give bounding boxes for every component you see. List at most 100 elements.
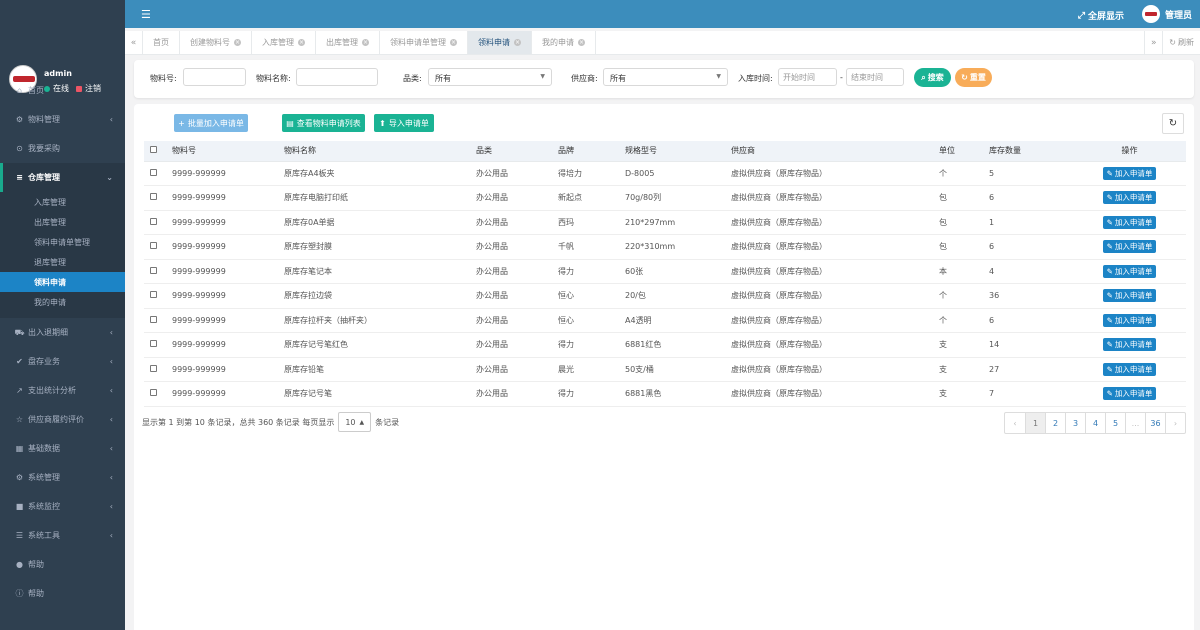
tab[interactable]: 我的申请 × <box>532 31 596 54</box>
sidebar-item[interactable]: ≡ 仓库管理 ⌄ <box>0 163 125 192</box>
row-checkbox[interactable] <box>150 168 157 176</box>
row-checkbox[interactable] <box>150 291 157 299</box>
table-row[interactable]: 9999-999999 原库存记号笔 办公用品 得力 6881黑色 虚拟供应商（原库存物品… <box>144 381 1186 407</box>
select-all-checkbox[interactable] <box>150 146 157 154</box>
table-row[interactable]: 9999-999999 原库存拉杆夹（抽杆夹） 办公用品 恒心 A4透明 虚拟供应商（原库… <box>144 308 1186 333</box>
tab[interactable]: 出库管理 × <box>316 31 380 54</box>
sidebar-item[interactable]: ⓘ 帮助 <box>0 579 125 608</box>
category-select[interactable]: 所有 ▼ <box>428 68 552 86</box>
sidebar-item[interactable]: ■ 系统监控 ‹ <box>0 492 125 521</box>
reset-button[interactable]: ↻ 重置 <box>955 68 992 87</box>
row-checkbox[interactable] <box>150 364 157 372</box>
header-supplier[interactable]: 供应商 <box>725 141 933 162</box>
close-icon[interactable]: × <box>514 39 521 46</box>
tab[interactable]: 领料申请单管理 × <box>380 31 468 54</box>
table-row[interactable]: 9999-999999 原库存拉边袋 办公用品 恒心 20/包 虚拟供应商（原库存物品）个… <box>144 283 1186 309</box>
header-category[interactable]: 品类 <box>470 141 552 162</box>
table-row[interactable]: 9999-999999 原库存A4板夹 办公用品 得培力 D-8005 虚拟供应商（原库存… <box>144 161 1186 186</box>
tab[interactable]: 创建物料号 × <box>180 31 252 54</box>
sidebar-item[interactable]: ▦ 基础数据 ‹ <box>0 434 125 463</box>
header-brand[interactable]: 品牌 <box>552 141 619 162</box>
end-date-input[interactable]: 结束时间 <box>846 68 904 86</box>
close-icon[interactable]: × <box>362 39 369 46</box>
search-button[interactable]: ⌕ 搜索 <box>914 68 951 87</box>
tab[interactable]: 入库管理 × <box>252 31 316 54</box>
page-link[interactable]: 5 <box>1105 413 1125 433</box>
header-stock-qty[interactable]: 库存数量 <box>983 141 1073 162</box>
cell-stock-qty: 6 <box>983 308 1073 333</box>
table-row[interactable]: 9999-999999 原库存记号笔红色 办公用品 得力 6881红色 虚拟供应商（原库存… <box>144 332 1186 358</box>
header-material-no[interactable]: 物料号 <box>166 141 278 162</box>
tabs-scroll-left-icon[interactable]: « <box>125 31 143 54</box>
table-row[interactable]: 9999-999999 原库存铅笔 办公用品 晨光 50支/桶 虚拟供应商（原库存物品）支… <box>144 357 1186 382</box>
page-link[interactable]: 2 <box>1045 413 1065 433</box>
import-button[interactable]: ⬆ 导入申请单 <box>374 114 434 132</box>
material-no-input[interactable] <box>183 68 246 86</box>
tabs-refresh-button[interactable]: ↻ 刷新 <box>1162 31 1200 54</box>
sidebar-item[interactable]: ⛟ 出入退期细 ‹ <box>0 318 125 347</box>
row-checkbox[interactable] <box>150 340 157 348</box>
header-spec[interactable]: 规格型号 <box>619 141 725 162</box>
add-to-request-button[interactable]: ✎ 加入申请单 <box>1102 387 1157 401</box>
row-checkbox[interactable] <box>150 266 157 274</box>
add-to-request-button[interactable]: ✎ 加入申请单 <box>1102 338 1157 352</box>
table-row[interactable]: 9999-999999 原库存电脑打印纸 办公用品 新起点 70g/80列 虚拟供应商（原… <box>144 185 1186 211</box>
add-to-request-button[interactable]: ✎ 加入申请单 <box>1102 191 1157 205</box>
close-icon[interactable]: × <box>450 39 457 46</box>
sidebar-item[interactable]: ⚙ 物料管理 ‹ <box>0 105 125 134</box>
sidebar-subitem[interactable]: 我的申请 <box>0 292 125 312</box>
sidebar-subitem[interactable]: 领料申请单管理 <box>0 232 125 252</box>
row-checkbox[interactable] <box>150 217 157 225</box>
material-name-input[interactable] <box>296 68 378 86</box>
add-to-request-button[interactable]: ✎ 加入申请单 <box>1102 166 1157 180</box>
table-row[interactable]: 9999-999999 原库存0A单据 办公用品 西玛 210*297mm 虚拟供应商（原… <box>144 210 1186 235</box>
tab[interactable]: 领料申请 × <box>468 31 532 54</box>
close-icon[interactable]: × <box>298 39 305 46</box>
add-to-request-button[interactable]: ✎ 加入申请单 <box>1102 362 1157 376</box>
table-row[interactable]: 9999-999999 原库存塑封膜 办公用品 千帆 220*310mm 虚拟供应商（原库… <box>144 234 1186 260</box>
page-size-select[interactable]: 10 ▲ <box>338 412 372 432</box>
supplier-select[interactable]: 所有 ▼ <box>603 68 728 86</box>
sidebar-item[interactable]: ⚙ 系统管理 ‹ <box>0 463 125 492</box>
close-icon[interactable]: × <box>578 39 585 46</box>
page-link[interactable]: 36 <box>1145 413 1165 433</box>
view-list-button[interactable]: ▤ 查看物料申请列表 <box>282 114 365 132</box>
page-next-icon[interactable]: › <box>1165 413 1185 433</box>
sidebar-item[interactable]: ● 帮助 <box>0 550 125 579</box>
add-to-request-button[interactable]: ✎ 加入申请单 <box>1102 264 1157 278</box>
sidebar-item[interactable]: ☆ 供应商履约评价 ‹ <box>0 405 125 434</box>
add-to-request-button[interactable]: ✎ 加入申请单 <box>1102 215 1157 229</box>
row-checkbox[interactable] <box>150 242 157 250</box>
page-link[interactable]: 3 <box>1065 413 1085 433</box>
sidebar-item[interactable]: ⌂ 首页 <box>0 76 125 105</box>
table-refresh-button[interactable]: ↻ <box>1162 113 1184 134</box>
close-icon[interactable]: × <box>234 39 241 46</box>
row-checkbox[interactable] <box>150 315 157 323</box>
admin-menu[interactable]: 管理员 <box>1141 5 1192 23</box>
row-checkbox[interactable] <box>150 193 157 201</box>
add-to-request-button[interactable]: ✎ 加入申请单 <box>1102 313 1157 327</box>
sidebar-item[interactable]: ⊙ 我要采购 <box>0 134 125 163</box>
header-material-name[interactable]: 物料名称 <box>278 141 470 162</box>
sidebar-subitem[interactable]: 退库管理 <box>0 252 125 272</box>
page-link[interactable]: 4 <box>1085 413 1105 433</box>
tab[interactable]: 首页 <box>143 31 180 54</box>
sidebar-item[interactable]: ☰ 系统工具 ‹ <box>0 521 125 550</box>
row-checkbox[interactable] <box>150 389 157 397</box>
tabs-scroll-right-icon[interactable]: » <box>1144 31 1162 54</box>
fullscreen-button[interactable]: ⤢ 全屏显示 <box>1078 9 1124 23</box>
header-unit[interactable]: 单位 <box>933 141 983 162</box>
menu-toggle-icon[interactable]: ☰ <box>141 8 151 21</box>
add-to-request-button[interactable]: ✎ 加入申请单 <box>1102 240 1157 254</box>
page-link[interactable]: 1 <box>1025 413 1045 433</box>
batch-add-button[interactable]: + 批量加入申请单 <box>174 114 248 132</box>
page-prev-icon[interactable]: ‹ <box>1005 413 1025 433</box>
start-date-input[interactable]: 开始时间 <box>778 68 837 86</box>
add-to-request-button[interactable]: ✎ 加入申请单 <box>1102 289 1157 303</box>
sidebar-subitem[interactable]: 出库管理 <box>0 212 125 232</box>
sidebar-item[interactable]: ✔ 盘存业务 ‹ <box>0 347 125 376</box>
sidebar-item[interactable]: ↗ 支出统计分析 ‹ <box>0 376 125 405</box>
table-row[interactable]: 9999-999999 原库存笔记本 办公用品 得力 60张 虚拟供应商（原库存物品）本 4… <box>144 259 1186 284</box>
sidebar-subitem[interactable]: 领料申请 <box>0 272 125 292</box>
sidebar-subitem[interactable]: 入库管理 <box>0 192 125 212</box>
